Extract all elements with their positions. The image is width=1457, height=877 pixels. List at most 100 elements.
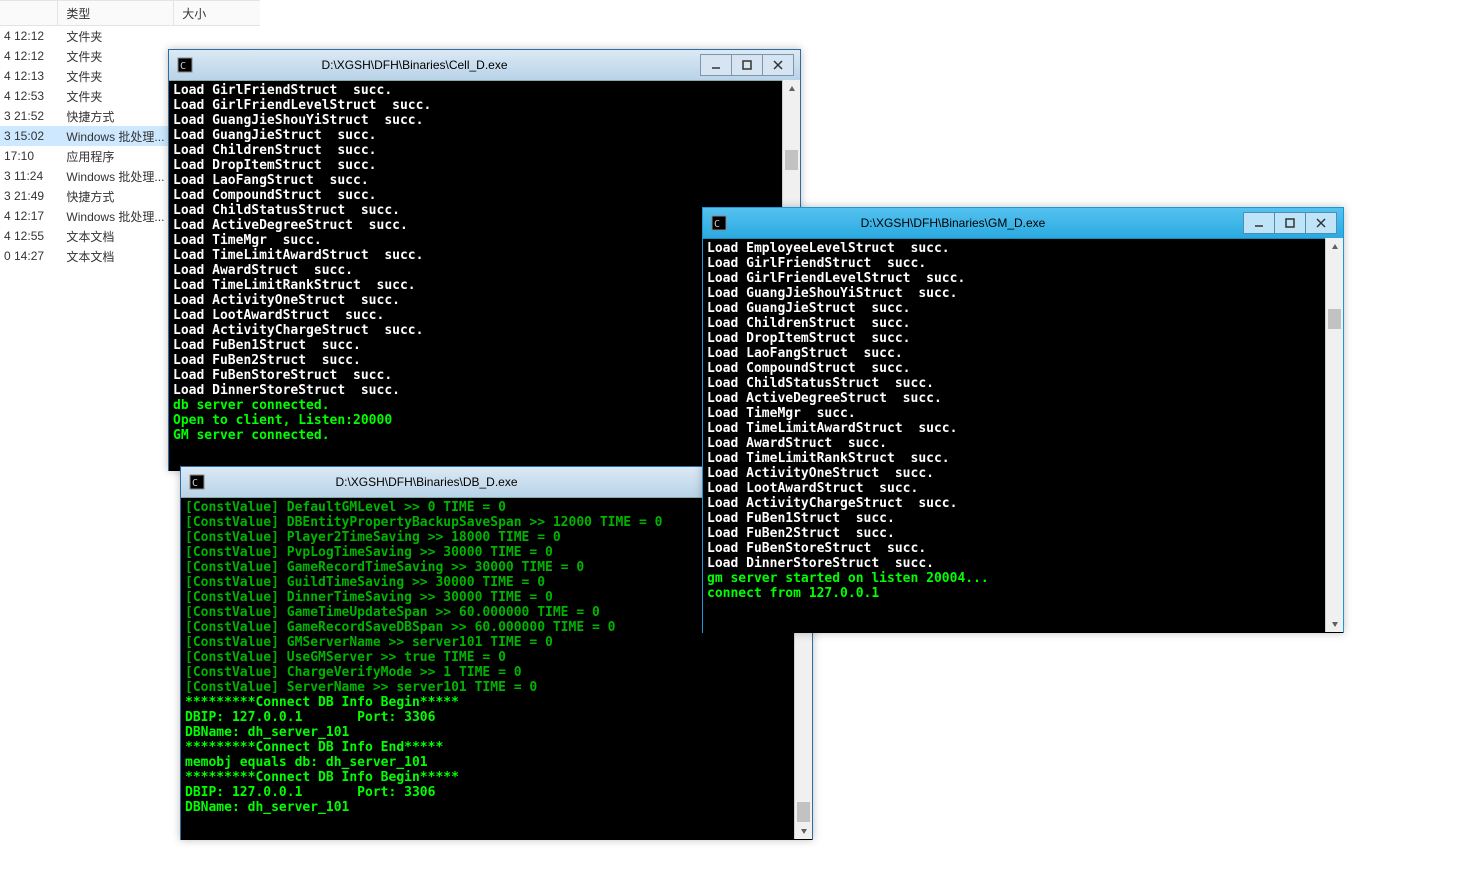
- console-line: Load LaoFangStruct succ.: [707, 346, 1339, 361]
- console-line: Load GuangJieStruct succ.: [173, 128, 796, 143]
- console-line: Load AwardStruct succ.: [707, 436, 1339, 451]
- file-type: Windows 批处理...: [57, 166, 173, 186]
- svg-text:C: C: [192, 478, 198, 489]
- file-type: Windows 批处理...: [57, 206, 173, 226]
- minimize-button[interactable]: [701, 55, 732, 75]
- console-line: Load ActivityOneStruct succ.: [707, 466, 1339, 481]
- file-type: 文本文档: [57, 246, 173, 266]
- titlebar-cell[interactable]: C D:\XGSH\DFH\Binaries\Cell_D.exe: [169, 50, 800, 81]
- console-line: connect from 127.0.0.1: [707, 586, 1339, 601]
- console-line: Load GirlFriendLevelStruct succ.: [173, 98, 796, 113]
- scrollbar-gm[interactable]: [1325, 238, 1343, 632]
- console-line: [ConstValue] GMServerName >> server101 T…: [185, 635, 808, 650]
- window-buttons-gm: [1243, 212, 1337, 234]
- scroll-up-icon[interactable]: [783, 80, 800, 97]
- file-date: 3 11:24: [0, 169, 57, 183]
- file-type: 文件夹: [57, 46, 173, 66]
- console-line: Load TimeLimitRankStruct succ.: [707, 451, 1339, 466]
- maximize-button[interactable]: [732, 55, 763, 75]
- console-line: Load ChildrenStruct succ.: [173, 143, 796, 158]
- console-line: Load EmployeeLevelStruct succ.: [707, 241, 1339, 256]
- file-date: 3 21:49: [0, 189, 57, 203]
- console-line: Load GuangJieShouYiStruct succ.: [707, 286, 1339, 301]
- minimize-button[interactable]: [1244, 213, 1275, 233]
- console-line: Load GirlFriendStruct succ.: [707, 256, 1339, 271]
- console-line: Load CompoundStruct succ.: [173, 188, 796, 203]
- console-line: Load ChildrenStruct succ.: [707, 316, 1339, 331]
- console-icon: C: [177, 57, 193, 73]
- file-type: 文件夹: [57, 26, 173, 46]
- console-line: Load GirlFriendLevelStruct succ.: [707, 271, 1339, 286]
- console-line: gm server started on listen 20004...: [707, 571, 1339, 586]
- explorer-header-size[interactable]: 大小: [173, 1, 260, 25]
- console-line: [ConstValue] ChargeVerifyMode >> 1 TIME …: [185, 665, 808, 680]
- window-buttons-cell: [700, 54, 794, 76]
- console-line: DBIP: 127.0.0.1 Port: 3306: [185, 710, 808, 725]
- file-type: 文本文档: [57, 226, 173, 246]
- console-line: [ConstValue] UseGMServer >> true TIME = …: [185, 650, 808, 665]
- scroll-thumb[interactable]: [785, 150, 798, 170]
- file-type: 文件夹: [57, 66, 173, 86]
- console-line: *********Connect DB Info End*****: [185, 740, 808, 755]
- file-date: 4 12:55: [0, 229, 57, 243]
- maximize-button[interactable]: [1275, 213, 1306, 233]
- scroll-thumb[interactable]: [797, 802, 810, 822]
- file-date: 4 12:17: [0, 209, 57, 223]
- file-date: 0 14:27: [0, 249, 57, 263]
- console-line: Load TimeLimitAwardStruct succ.: [707, 421, 1339, 436]
- console-icon: C: [189, 474, 205, 490]
- explorer-header-type[interactable]: 类型: [57, 1, 173, 25]
- console-line: Load FuBenStoreStruct succ.: [707, 541, 1339, 556]
- file-date: 3 15:02: [0, 129, 57, 143]
- close-button[interactable]: [1306, 213, 1336, 233]
- scroll-track[interactable]: [1326, 255, 1343, 615]
- console-line: Load DinnerStoreStruct succ.: [707, 556, 1339, 571]
- file-date: 4 12:12: [0, 29, 57, 43]
- file-date: 17:10: [0, 149, 57, 163]
- console-line: Load ChildStatusStruct succ.: [707, 376, 1339, 391]
- console-line: Load FuBen2Struct succ.: [707, 526, 1339, 541]
- file-type: 快捷方式: [57, 186, 173, 206]
- console-line: Load CompoundStruct succ.: [707, 361, 1339, 376]
- console-body-gm[interactable]: Load EmployeeLevelStruct succ.Load GirlF…: [703, 239, 1343, 633]
- file-type: Windows 批处理...: [57, 126, 173, 146]
- console-line: [ConstValue] ServerName >> server101 TIM…: [185, 680, 808, 695]
- console-icon: C: [711, 215, 727, 231]
- close-button[interactable]: [763, 55, 793, 75]
- scroll-down-icon[interactable]: [795, 822, 812, 839]
- console-line: Load GuangJieShouYiStruct succ.: [173, 113, 796, 128]
- console-line: *********Connect DB Info Begin*****: [185, 770, 808, 785]
- explorer-header-row[interactable]: 类型 大小: [0, 0, 260, 26]
- console-line: Load LootAwardStruct succ.: [707, 481, 1339, 496]
- title-text-gm: D:\XGSH\DFH\Binaries\GM_D.exe: [733, 216, 1243, 230]
- console-line: Load DropItemStruct succ.: [707, 331, 1339, 346]
- title-text-cell: D:\XGSH\DFH\Binaries\Cell_D.exe: [199, 58, 700, 72]
- console-line: memobj equals db: dh_server_101: [185, 755, 808, 770]
- file-type: 文件夹: [57, 86, 173, 106]
- scroll-up-icon[interactable]: [1326, 238, 1343, 255]
- file-size: [173, 26, 260, 46]
- console-window-gm[interactable]: C D:\XGSH\DFH\Binaries\GM_D.exe Load Emp…: [702, 207, 1344, 633]
- file-type: 快捷方式: [57, 106, 173, 126]
- console-line: Load FuBen1Struct succ.: [707, 511, 1339, 526]
- console-line: Load GirlFriendStruct succ.: [173, 83, 796, 98]
- console-line: Load TimeMgr succ.: [707, 406, 1339, 421]
- svg-text:C: C: [180, 61, 186, 72]
- console-line: Load GuangJieStruct succ.: [707, 301, 1339, 316]
- title-text-db: D:\XGSH\DFH\Binaries\DB_D.exe: [211, 475, 712, 489]
- file-date: 4 12:13: [0, 69, 57, 83]
- scroll-thumb[interactable]: [1328, 309, 1341, 329]
- titlebar-gm[interactable]: C D:\XGSH\DFH\Binaries\GM_D.exe: [703, 208, 1343, 239]
- console-line: DBName: dh_server_101: [185, 725, 808, 740]
- console-line: DBName: dh_server_101: [185, 800, 808, 815]
- console-line: Load DropItemStruct succ.: [173, 158, 796, 173]
- file-date: 3 21:52: [0, 109, 57, 123]
- console-line: *********Connect DB Info Begin*****: [185, 695, 808, 710]
- file-date: 4 12:12: [0, 49, 57, 63]
- scroll-down-icon[interactable]: [1326, 615, 1343, 632]
- file-row[interactable]: 4 12:12文件夹: [0, 26, 260, 46]
- console-line: Load ActiveDegreeStruct succ.: [707, 391, 1339, 406]
- file-type: 应用程序: [57, 146, 173, 166]
- console-line: DBIP: 127.0.0.1 Port: 3306: [185, 785, 808, 800]
- file-date: 4 12:53: [0, 89, 57, 103]
